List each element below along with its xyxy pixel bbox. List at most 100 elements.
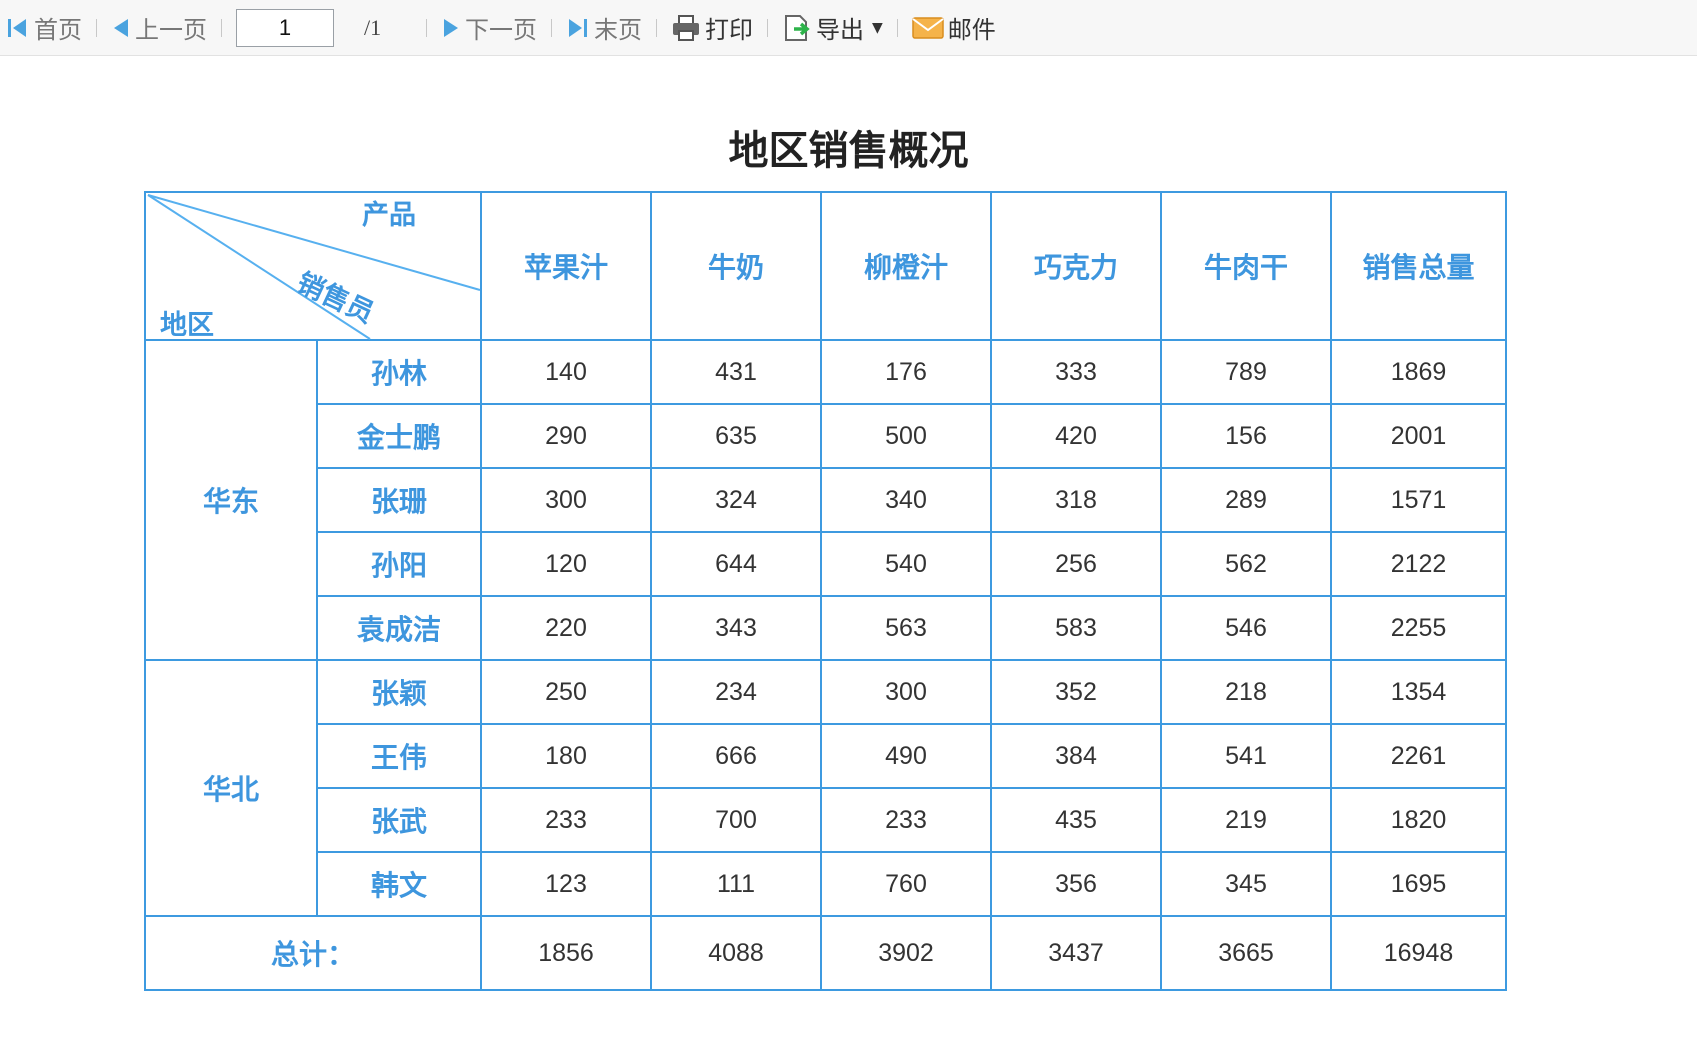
value-cell: 234	[650, 659, 822, 725]
last-page-icon	[569, 18, 587, 37]
salesperson-cell: 王伟	[316, 723, 482, 789]
value-cell: 324	[650, 467, 822, 533]
value-cell: 180	[480, 723, 652, 789]
value-cell: 583	[990, 595, 1162, 661]
salesperson-cell: 金士鹏	[316, 403, 482, 469]
table-row: 张武 233 700 233 435 219 1820	[145, 787, 1507, 853]
print-label: 打印	[705, 16, 753, 44]
mail-icon	[912, 16, 944, 39]
total-value-cell: 3902	[820, 915, 992, 991]
table-row: 王伟 180 666 490 384 541 2261	[145, 723, 1507, 789]
value-cell: 220	[480, 595, 652, 661]
export-icon	[785, 14, 810, 41]
mail-label: 邮件	[947, 16, 996, 44]
total-value-cell: 16948	[1330, 915, 1507, 991]
value-cell: 435	[990, 787, 1162, 853]
value-cell: 300	[820, 659, 992, 725]
value-cell: 352	[990, 659, 1162, 725]
next-page-icon	[444, 18, 458, 37]
toolbar-separator	[767, 18, 768, 37]
value-cell: 2001	[1330, 403, 1507, 469]
export-label: 导出	[816, 16, 864, 44]
value-cell: 289	[1160, 467, 1332, 533]
salesperson-cell: 张武	[316, 787, 482, 853]
value-cell: 250	[480, 659, 652, 725]
column-header: 牛肉干	[1160, 191, 1332, 341]
value-cell: 2255	[1330, 595, 1507, 661]
column-header: 苹果汁	[480, 191, 652, 341]
chevron-down-icon: ▼	[872, 19, 883, 36]
value-cell: 635	[650, 403, 822, 469]
value-cell: 666	[650, 723, 822, 789]
region-cell: 华东	[144, 339, 318, 661]
table-row: 华东 孙林 140 431 176 333 789 1869	[144, 339, 1507, 661]
salesperson-cell: 张珊	[316, 467, 482, 533]
last-page-button[interactable]: 末页	[566, 0, 642, 56]
total-value-cell: 3665	[1160, 915, 1332, 991]
total-value-cell: 3437	[990, 915, 1162, 991]
toolbar-separator	[96, 18, 97, 37]
table-row: 韩文 123 111 760 356 345 1695	[145, 851, 1507, 917]
salesperson-cell: 孙阳	[316, 531, 482, 597]
value-cell: 562	[1160, 531, 1332, 597]
report-body: 产品 销售员 地区 苹果汁 牛奶 柳橙汁 巧克力 牛肉干 销售总量 华东 孙林 14…	[144, 191, 1507, 991]
toolbar-separator	[656, 18, 657, 37]
toolbar-separator	[426, 18, 427, 37]
value-cell: 333	[990, 339, 1162, 405]
first-page-label: 首页	[34, 16, 82, 44]
header-row: 产品 销售员 地区 苹果汁 牛奶 柳橙汁 巧克力 牛肉干 销售总量	[144, 191, 1507, 341]
value-cell: 760	[820, 851, 992, 917]
total-value-cell: 4088	[650, 915, 822, 991]
value-cell: 541	[1160, 723, 1332, 789]
last-page-label: 末页	[594, 16, 642, 44]
value-cell: 256	[990, 531, 1162, 597]
value-cell: 546	[1160, 595, 1332, 661]
value-cell: 384	[990, 723, 1162, 789]
value-cell: 233	[820, 787, 992, 853]
printer-icon	[673, 14, 699, 41]
value-cell: 345	[1160, 851, 1332, 917]
print-button[interactable]: 打印	[671, 0, 753, 56]
toolbar-separator	[896, 18, 898, 37]
salesperson-cell: 袁成洁	[316, 595, 482, 661]
corner-product-label: 产品	[362, 200, 416, 231]
prev-page-button[interactable]: 上一页	[111, 0, 207, 56]
page-number-input[interactable]	[236, 8, 334, 47]
value-cell: 219	[1160, 787, 1332, 853]
corner-region-label: 地区	[160, 310, 214, 341]
mail-button[interactable]: 邮件	[912, 0, 996, 56]
total-row: 总计： 1856 4088 3902 3437 3665 16948	[144, 915, 1507, 991]
column-header: 柳橙汁	[820, 191, 992, 341]
next-page-label: 下一页	[465, 16, 537, 44]
value-cell: 540	[820, 531, 992, 597]
export-button[interactable]: 导出 ▼	[782, 0, 883, 56]
value-cell: 2122	[1330, 531, 1507, 597]
value-cell: 1571	[1330, 467, 1507, 533]
total-value-cell: 1856	[480, 915, 652, 991]
prev-page-icon	[114, 18, 128, 37]
value-cell: 343	[650, 595, 822, 661]
first-page-icon	[8, 18, 26, 37]
value-cell: 1820	[1330, 787, 1507, 853]
value-cell: 290	[480, 403, 652, 469]
salesperson-cell: 韩文	[316, 851, 482, 917]
column-header: 销售总量	[1330, 191, 1507, 341]
value-cell: 356	[990, 851, 1162, 917]
value-cell: 490	[820, 723, 992, 789]
column-header: 牛奶	[650, 191, 822, 341]
first-page-button[interactable]: 首页	[6, 0, 82, 56]
value-cell: 1869	[1330, 339, 1507, 405]
table-row: 孙阳 120 644 540 256 562 2122	[145, 531, 1507, 597]
value-cell: 789	[1160, 339, 1332, 405]
prev-page-label: 上一页	[135, 16, 207, 44]
next-page-button[interactable]: 下一页	[441, 0, 537, 56]
sales-report-table: 产品 销售员 地区 苹果汁 牛奶 柳橙汁 巧克力 牛肉干 销售总量 华东 孙林 14…	[144, 191, 1507, 991]
value-cell: 233	[480, 787, 652, 853]
value-cell: 340	[820, 467, 992, 533]
salesperson-cell: 张颖	[316, 659, 482, 725]
salesperson-cell: 孙林	[316, 339, 482, 405]
diagonal-header-cell: 产品 销售员 地区	[144, 191, 482, 341]
value-cell: 123	[480, 851, 652, 917]
value-cell: 111	[650, 851, 822, 917]
report-toolbar: 首页 上一页 /1 下一页 末页 打印 导出 ▼ 邮件	[0, 0, 1697, 56]
